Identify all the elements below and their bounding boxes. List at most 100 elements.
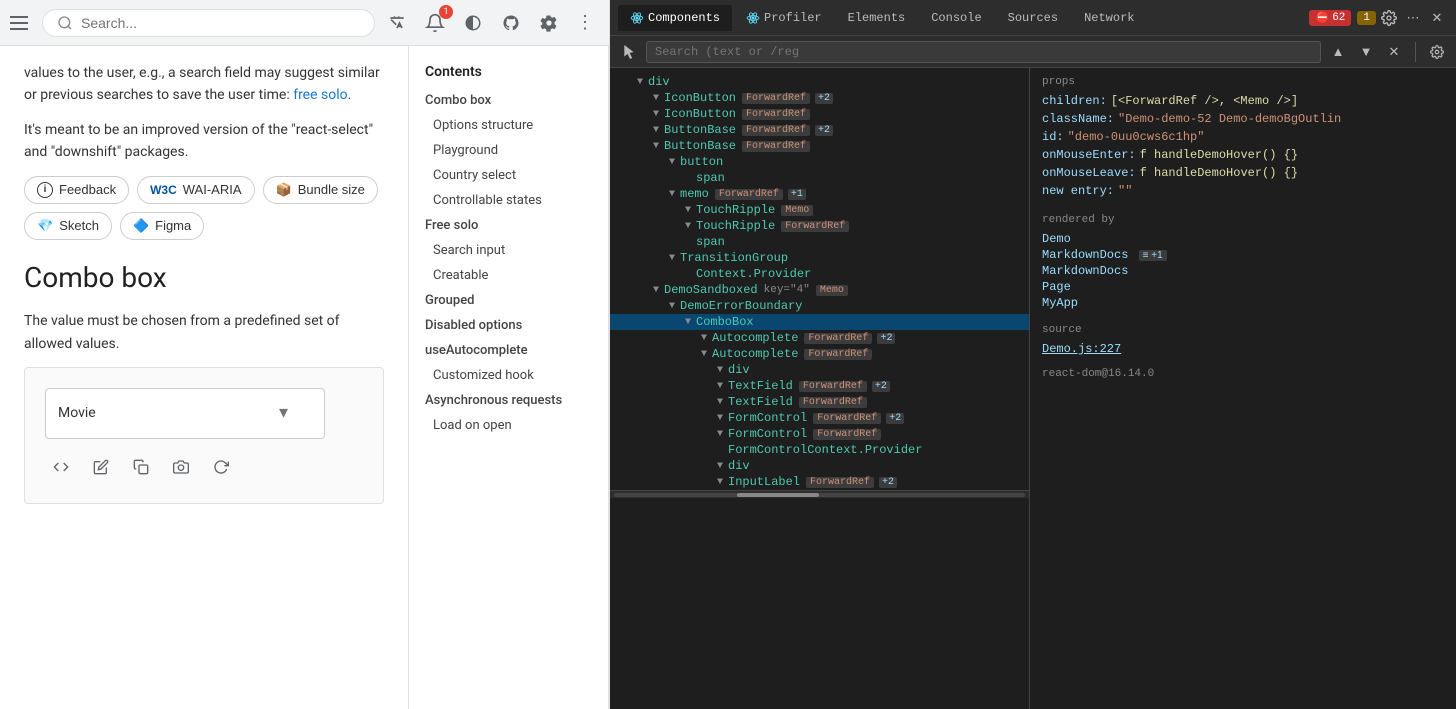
tree-item-demosandboxed[interactable]: ▼ DemoSandboxed key="4" Memo: [610, 282, 1029, 298]
tree-item-demoerrorboundary[interactable]: ▼ DemoErrorBoundary: [610, 298, 1029, 314]
rendered-by-page[interactable]: Page: [1042, 280, 1444, 294]
tree-item-autocomplete-1[interactable]: ▼ Autocomplete ForwardRef +2: [610, 330, 1029, 346]
tree-item-iconbutton-2[interactable]: ▼ IconButton ForwardRef: [610, 106, 1029, 122]
bundle-label: Bundle size: [298, 182, 365, 197]
search-input[interactable]: [81, 15, 360, 31]
figma-button[interactable]: 🔷 Figma: [120, 212, 204, 240]
expand-markdowndocs[interactable]: ≡ +1: [1139, 250, 1167, 261]
sidebar-item-disabled-options[interactable]: Disabled options: [409, 313, 608, 338]
tree-item-div-2[interactable]: ▼ div: [610, 458, 1029, 474]
tab-sources[interactable]: Sources: [996, 5, 1070, 31]
devtools-close-button[interactable]: ✕: [1426, 7, 1448, 29]
tab-profiler[interactable]: Profiler: [734, 5, 834, 31]
tree-item-buttonbase-1[interactable]: ▼ ButtonBase ForwardRef +2: [610, 122, 1029, 138]
rendered-by-markdowndocs-2[interactable]: MarkdownDocs: [1042, 264, 1444, 278]
tab-network[interactable]: Network: [1072, 5, 1146, 31]
more-icon[interactable]: ⋮: [571, 9, 599, 37]
tree-item-formcontrol-1[interactable]: ▼ FormControl ForwardRef +2: [610, 410, 1029, 426]
sidebar-item-customized-hook[interactable]: Customized hook: [409, 363, 608, 388]
translate-icon[interactable]: [383, 9, 411, 37]
sidebar-item-grouped[interactable]: Grouped: [409, 288, 608, 313]
rendered-by-demo[interactable]: Demo: [1042, 232, 1444, 246]
inspect-button[interactable]: [618, 41, 640, 63]
source-link[interactable]: Demo.js:227: [1042, 342, 1121, 356]
tree-item-formcontrol-2[interactable]: ▼ FormControl ForwardRef: [610, 426, 1029, 442]
search-bar[interactable]: [42, 9, 375, 37]
sidebar-item-playground[interactable]: Playground: [409, 138, 608, 163]
sidebar-item-combo-box[interactable]: Combo box: [409, 88, 608, 113]
combo-select-inner[interactable]: Movie ▾: [45, 388, 325, 439]
tab-sources-label: Sources: [1008, 11, 1058, 25]
tree-item-iconbutton-1[interactable]: ▼ IconButton ForwardRef +2: [610, 90, 1029, 106]
free-solo-link[interactable]: free solo: [293, 87, 347, 103]
menu-button[interactable]: [10, 11, 34, 35]
wai-aria-button[interactable]: W3C WAI-ARIA: [137, 176, 254, 204]
tree-item-div-inner[interactable]: ▼ div: [610, 362, 1029, 378]
tab-elements[interactable]: Elements: [836, 5, 918, 31]
tag-badge: ForwardRef: [781, 221, 849, 232]
feedback-button[interactable]: i Feedback: [24, 176, 129, 204]
tree-item-textfield-2[interactable]: ▼ TextField ForwardRef: [610, 394, 1029, 410]
settings-icon[interactable]: [535, 9, 563, 37]
prop-children: children: [<ForwardRef />, <Memo />]: [1042, 94, 1444, 108]
tree-item-span-1[interactable]: span: [610, 170, 1029, 186]
tree-item-inputlabel[interactable]: ▼ InputLabel ForwardRef +2: [610, 474, 1029, 490]
tree-item-textfield-1[interactable]: ▼ TextField ForwardRef +2: [610, 378, 1029, 394]
tree-item-touchripple-memo[interactable]: ▼ TouchRipple Memo: [610, 202, 1029, 218]
tab-console[interactable]: Console: [919, 5, 993, 31]
tree-item-autocomplete-2[interactable]: ▼ Autocomplete ForwardRef: [610, 346, 1029, 362]
copy-button[interactable]: [125, 451, 157, 483]
prev-match-button[interactable]: ▲: [1327, 41, 1349, 63]
next-match-button[interactable]: ▼: [1355, 41, 1377, 63]
notification-badge: 1: [439, 5, 453, 19]
tree-item-buttonbase-2[interactable]: ▼ ButtonBase ForwardRef: [610, 138, 1029, 154]
sidebar-item-free-solo[interactable]: Free solo: [409, 213, 608, 238]
refresh-button[interactable]: [205, 451, 237, 483]
code-view-button[interactable]: [45, 451, 77, 483]
sidebar-item-options-structure[interactable]: Options structure: [409, 113, 608, 138]
notifications-button[interactable]: 1: [421, 9, 449, 37]
tree-item-formcontrolcontext[interactable]: FormControlContext.Provider: [610, 442, 1029, 458]
tree-item-combobox[interactable]: ▼ ComboBox: [610, 314, 1029, 330]
bundle-size-button[interactable]: 📦 Bundle size: [263, 176, 378, 204]
edit-button[interactable]: [85, 451, 117, 483]
tag-badge: ForwardRef: [742, 93, 810, 104]
prop-classname: className: "Demo-demo-52 Demo-demoBgOutl…: [1042, 112, 1444, 126]
tree-item-div[interactable]: ▼ div: [610, 74, 1029, 90]
collapse-icon: ▼: [650, 93, 662, 104]
sidebar-item-load-on-open[interactable]: Load on open: [409, 413, 608, 438]
article: values to the user, e.g., a search field…: [0, 46, 409, 709]
tree-item-transitiongroup[interactable]: ▼ TransitionGroup: [610, 250, 1029, 266]
devtools-gear-button[interactable]: [1426, 41, 1448, 63]
sidebar-item-search-input[interactable]: Search input: [409, 238, 608, 263]
clear-search-button[interactable]: ✕: [1383, 41, 1405, 63]
rendered-by-markdowndocs-1[interactable]: MarkdownDocs ≡ +1: [1042, 248, 1444, 262]
tree-item-span-2[interactable]: span: [610, 234, 1029, 250]
tag-badge: ForwardRef: [813, 429, 881, 440]
devtools-search-input[interactable]: [646, 41, 1321, 63]
sidebar-item-country-select[interactable]: Country select: [409, 163, 608, 188]
tree-item-button[interactable]: ▼ button: [610, 154, 1029, 170]
tree-item-memo[interactable]: ▼ memo ForwardRef +1: [610, 186, 1029, 202]
rendered-by-myapp[interactable]: MyApp: [1042, 296, 1444, 310]
tree-item-touchripple-fwdref[interactable]: ▼ TouchRipple ForwardRef: [610, 218, 1029, 234]
sidebar-item-creatable[interactable]: Creatable: [409, 263, 608, 288]
sidebar-item-useautocomplete[interactable]: useAutocomplete: [409, 338, 608, 363]
tag-badge: ForwardRef: [806, 477, 874, 488]
sketch-button[interactable]: 💎 Sketch: [24, 212, 112, 240]
devtools-settings-button[interactable]: [1378, 7, 1400, 29]
screenshot-button[interactable]: [165, 451, 197, 483]
sketch-icon: 💎: [37, 218, 53, 234]
prop-key: new entry:: [1042, 184, 1114, 198]
github-icon[interactable]: [497, 9, 525, 37]
combo-select-value: Movie: [58, 402, 96, 424]
horizontal-scrollbar[interactable]: [610, 490, 1029, 498]
combo-select[interactable]: Movie ▾: [45, 388, 325, 439]
theme-toggle-icon[interactable]: [459, 9, 487, 37]
sidebar-item-async-requests[interactable]: Asynchronous requests: [409, 388, 608, 413]
collapse-icon: ▼: [714, 477, 726, 488]
tree-item-contextprovider[interactable]: Context.Provider: [610, 266, 1029, 282]
sidebar-item-controllable-states[interactable]: Controllable states: [409, 188, 608, 213]
tab-components[interactable]: Components: [618, 5, 732, 31]
devtools-more-button[interactable]: ⋯: [1402, 7, 1424, 29]
